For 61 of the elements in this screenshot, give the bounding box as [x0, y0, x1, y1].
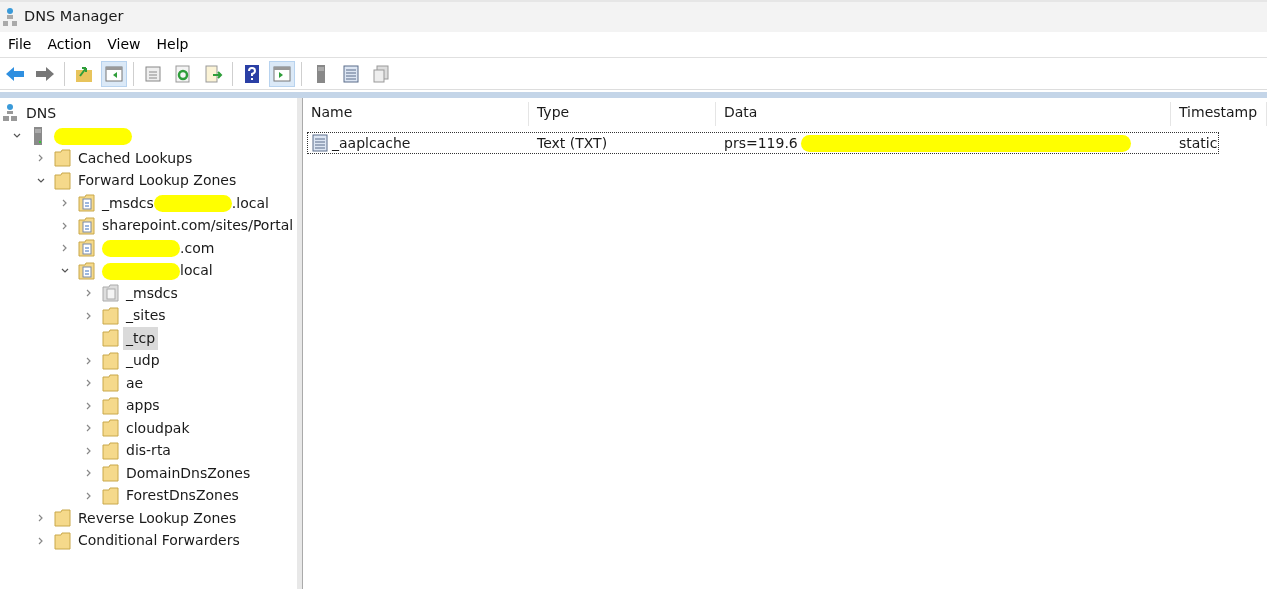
folder-icon — [54, 530, 71, 551]
folder-icon — [102, 418, 119, 439]
tree-item[interactable]: DNS — [23, 101, 60, 125]
dns-icon — [2, 103, 19, 124]
pane-icon — [272, 63, 292, 84]
copy-icon — [371, 63, 391, 84]
record-icon — [311, 134, 329, 152]
window-title: DNS Manager — [24, 7, 124, 27]
tree-item[interactable]: _udp — [123, 349, 163, 373]
sheet-icon — [143, 63, 163, 84]
folder-icon — [102, 440, 119, 461]
tree-item[interactable]: _sites — [123, 304, 169, 328]
tree-item[interactable]: _msdcs — [123, 281, 181, 305]
column-header[interactable]: Data — [716, 102, 1171, 126]
column-header[interactable]: Name — [303, 102, 529, 126]
tree-item[interactable]: ae — [123, 371, 147, 395]
tree-item[interactable]: cloudpak — [123, 416, 193, 440]
folder-icon — [102, 373, 119, 394]
folder-icon — [54, 170, 71, 191]
tree-item[interactable]: _msdcs .local — [99, 191, 272, 215]
folder-icon — [102, 463, 119, 484]
folder-icon — [102, 485, 119, 506]
tree-item[interactable]: Reverse Lookup Zones — [75, 506, 240, 530]
export-icon — [203, 63, 223, 84]
column-header[interactable]: Timestamp — [1171, 102, 1267, 126]
network-icon — [2, 7, 18, 27]
zone-folder-icon — [78, 193, 95, 214]
zone-folder-icon — [78, 260, 95, 281]
tree-item[interactable]: Cached Lookups — [75, 146, 196, 170]
table-cell-text: prs=119.6 — [724, 133, 798, 153]
folder-icon — [54, 508, 71, 529]
tree-item[interactable]: DomainDnsZones — [123, 461, 254, 485]
folder-icon — [102, 328, 119, 349]
table-cell-text: static — [1179, 133, 1218, 153]
tree-item[interactable]: Forward Lookup Zones — [75, 169, 240, 193]
zone-folder-icon — [78, 215, 95, 236]
tree-item[interactable]: apps — [123, 394, 163, 418]
pane-icon — [104, 63, 124, 84]
folder-icon — [102, 350, 119, 371]
folder-icon — [54, 148, 71, 169]
folder-icon — [102, 305, 119, 326]
tree-item[interactable]: .com — [99, 236, 218, 260]
tree-item[interactable]: dis-rta — [123, 439, 174, 463]
menu-item[interactable]: Help — [148, 34, 197, 55]
list-icon — [341, 63, 361, 84]
tree-item[interactable]: sharepoint.com/sites/Portal — [99, 214, 297, 238]
tree-item[interactable]: local — [99, 259, 216, 283]
zone-folder-icon — [78, 238, 95, 259]
tree-item[interactable]: Conditional Forwarders — [75, 529, 243, 553]
table-cell[interactable]: _aaplcache — [332, 132, 411, 154]
menu-item[interactable]: View — [99, 34, 149, 55]
delegation-folder-icon — [102, 283, 119, 304]
tree-item[interactable]: _tcp — [123, 326, 159, 350]
folder-icon — [102, 395, 119, 416]
menu-item[interactable]: File — [0, 34, 40, 55]
column-header[interactable]: Type — [529, 102, 716, 126]
tree-item[interactable]: ForestDnsZones — [123, 484, 242, 508]
menu-item[interactable]: Action — [39, 34, 100, 55]
help-icon — [242, 63, 262, 84]
refresh-icon — [173, 63, 193, 84]
table-cell-text: Text (TXT) — [537, 133, 608, 153]
